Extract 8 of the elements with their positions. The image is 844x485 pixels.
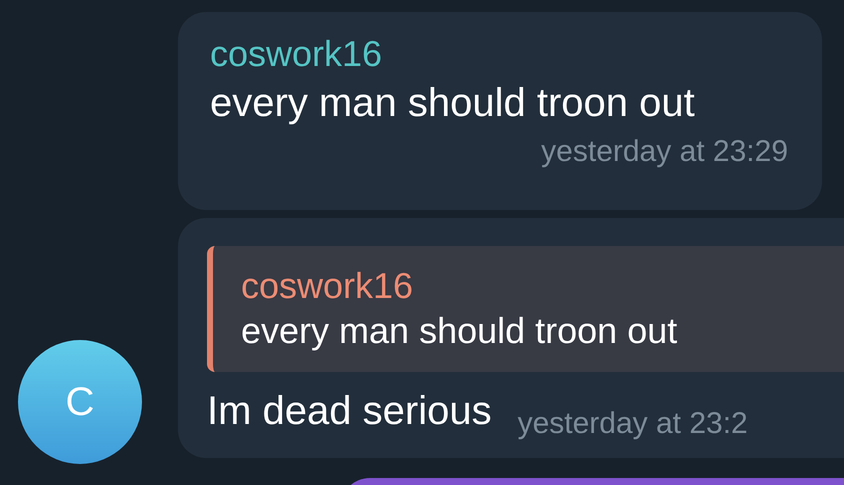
message-time: yesterday at 23:2 (518, 406, 748, 442)
sender-name: coswork16 (210, 32, 382, 76)
reply-text: every man should troon out (241, 309, 678, 353)
message-text: every man should troon out (210, 80, 695, 127)
message-time: yesterday at 23:29 (541, 134, 788, 170)
avatar: C (18, 340, 142, 464)
reply-sender: coswork16 (241, 264, 414, 308)
message-text: Im dead serious (207, 388, 492, 435)
